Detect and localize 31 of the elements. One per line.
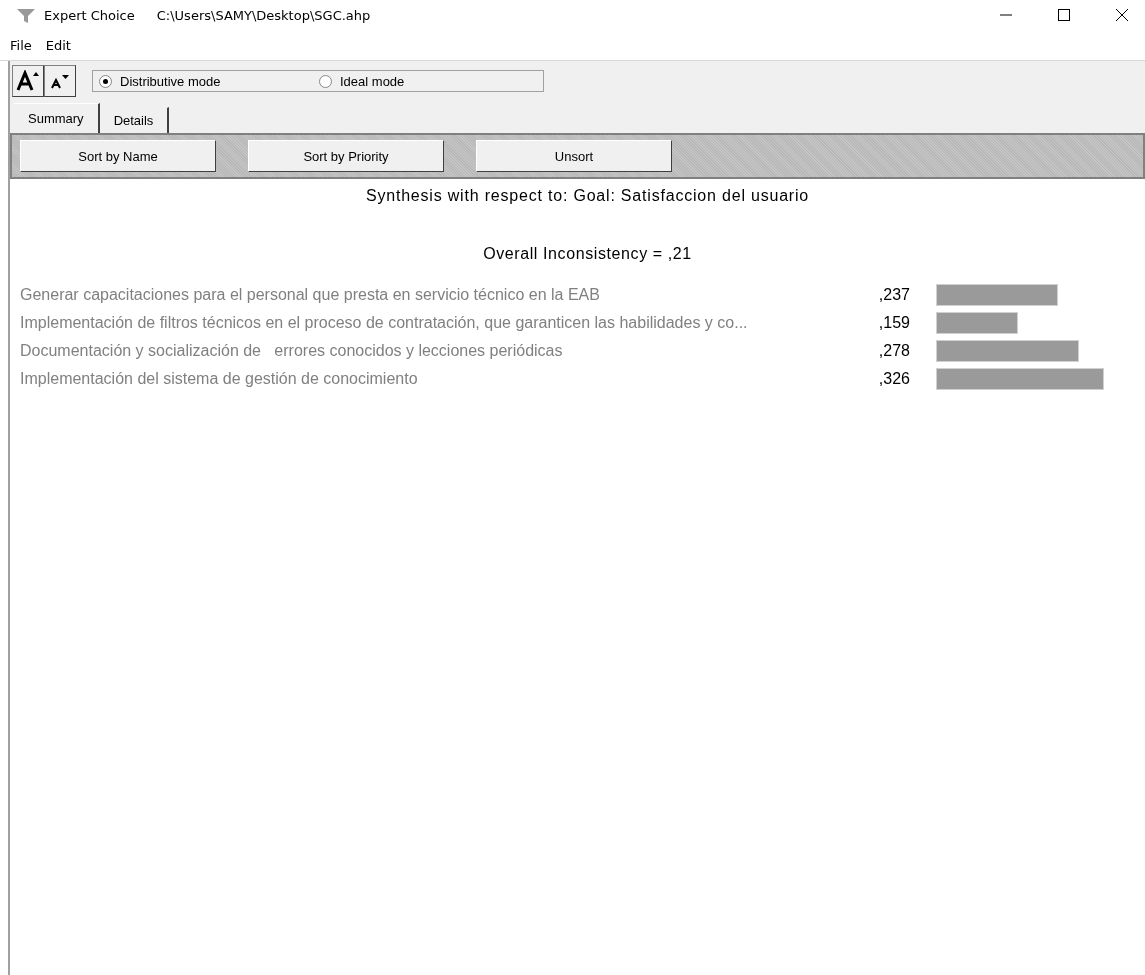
inconsistency-text: Overall Inconsistency = ,21 [482, 245, 693, 263]
file-path: C:\Users\SAMY\Desktop\SGC.ahp [156, 7, 371, 23]
maximize-icon [1058, 9, 1070, 21]
menu-item[interactable]: File [10, 37, 32, 53]
increase-font-button[interactable] [12, 65, 44, 97]
small-letter-icon [49, 72, 71, 90]
tab[interactable]: Summary [14, 103, 100, 133]
large-letter-icon [16, 70, 40, 92]
synthesis-title: Synthesis with respect to: Goal: Satisfaccion del usuario [364, 187, 811, 206]
alternative-name: Generar capacitaciones para el personal que presta en servicio técnico en la EAB [20, 286, 601, 304]
mode-radio[interactable]: Distributive mode [99, 73, 319, 89]
mode-label: Distributive mode [120, 73, 221, 89]
decrease-font-button[interactable] [44, 65, 76, 97]
priority-value: ,278 [877, 342, 910, 360]
radio-icon[interactable] [319, 74, 332, 88]
alternative-name: Implementación del sistema de gestión de conocimiento [20, 370, 419, 388]
sort-button[interactable]: Sort by Name [20, 140, 216, 172]
window-title: Expert Choice [44, 7, 135, 23]
mode-radio[interactable]: Ideal mode [319, 73, 519, 89]
priority-value: ,159 [877, 314, 910, 332]
mode-label: Ideal mode [340, 73, 405, 89]
radio-icon[interactable] [99, 74, 112, 88]
priority-value: ,326 [877, 370, 910, 388]
priority-value: ,237 [877, 286, 910, 304]
funnel-icon [16, 6, 36, 24]
alternative-name: Documentación y socialización de errores conocidos y lecciones periódicas [20, 342, 564, 360]
menu-item[interactable]: Edit [45, 37, 71, 53]
sort-button[interactable]: Sort by Priority [248, 140, 444, 172]
close-icon [1116, 9, 1128, 21]
alternative-name: Implementación de filtros técnicos en el proceso de contratación, que garanticen las habilidades y co... [20, 314, 749, 332]
sort-button[interactable]: Unsort [476, 140, 672, 172]
